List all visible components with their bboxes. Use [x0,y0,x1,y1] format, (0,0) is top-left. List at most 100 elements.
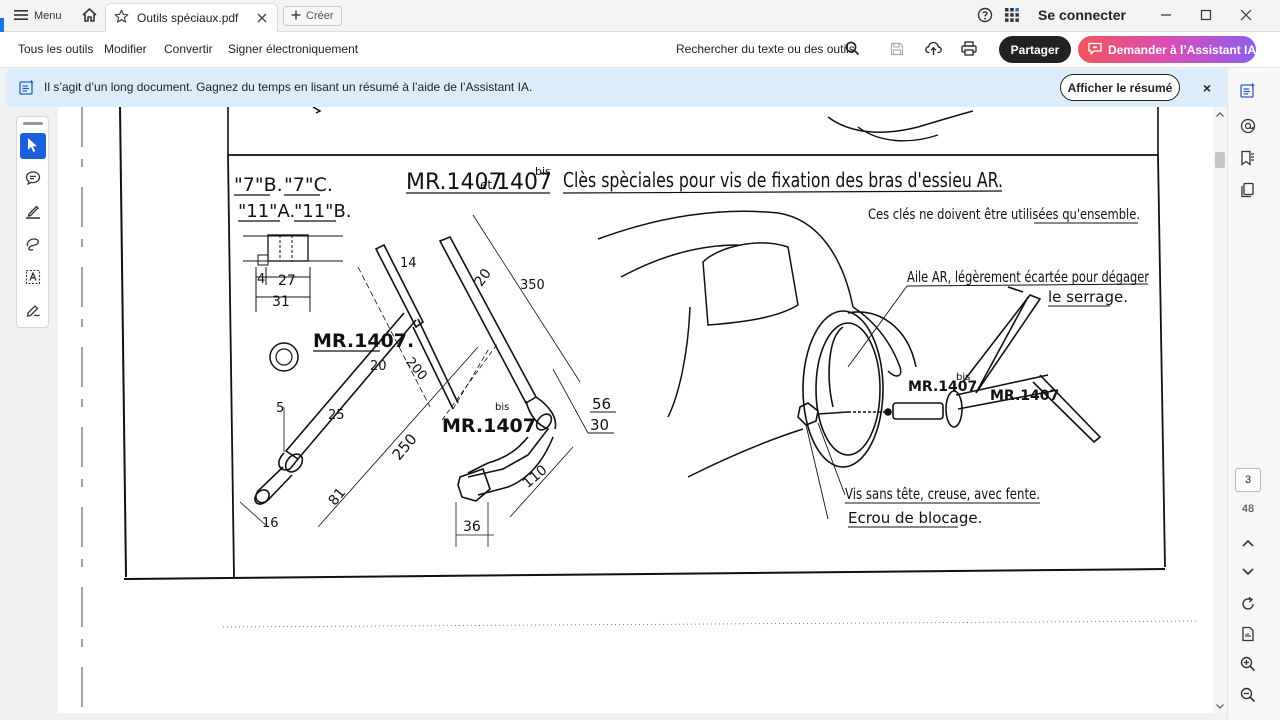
share-button[interactable]: Partager [999,36,1071,63]
cursor-arrow-icon [26,137,40,156]
label-bis: bis [495,402,509,413]
quick-tools-panel [16,116,49,328]
comment-icon [25,170,41,189]
draw-tool[interactable] [20,232,46,258]
comment-tool[interactable] [20,166,46,192]
save-button[interactable] [886,39,908,61]
show-summary-button[interactable]: Afficher le résumé [1060,74,1180,101]
save-icon [890,42,904,59]
rotate-button[interactable] [1237,594,1259,616]
plus-icon [291,10,301,23]
freehand-draw-icon [25,236,41,255]
comment-at-icon [1240,118,1256,137]
menu-button[interactable]: Menu [14,6,62,26]
dim-350: 350 [520,278,545,293]
sign-pen-icon [25,302,41,321]
document-viewport[interactable]: "7"B. "7"C. "11"A. "11"B. MR.1407 et 140… [58,107,1213,713]
previous-page-button[interactable] [1237,532,1259,554]
dim-25: 25 [328,408,345,423]
dim-250: 250 [389,430,421,464]
ai-chat-icon [1088,42,1102,58]
edit-link[interactable]: Modifier [104,42,147,56]
home-icon [81,7,98,26]
model-code-11b: "11"B. [294,201,352,222]
scrollbar-thumb[interactable] [1215,152,1225,168]
convert-link[interactable]: Convertir [164,42,213,56]
ai-assistant-button[interactable]: Demander à l’Assistant IA [1078,36,1256,63]
bookmarks-panel-button[interactable] [1237,148,1259,170]
model-code-7c: "7"C. [284,174,333,196]
dim-56: 56 [592,395,611,413]
dim-31: 31 [272,294,290,310]
create-label: Créer [306,10,334,22]
ai-summary-banner: Il s’agit d’un long document. Gagnez du … [6,69,1226,107]
model-code-11a: "11"A. [238,201,295,222]
print-icon [961,41,977,59]
home-button[interactable] [78,5,100,27]
apps-grid-icon [1004,7,1020,26]
sign-tool[interactable] [20,298,46,324]
close-window-button[interactable] [1235,5,1257,27]
select-tool[interactable] [20,133,46,159]
text-box-tool[interactable] [20,265,46,291]
next-page-button[interactable] [1237,561,1259,583]
comments-panel-button[interactable] [1237,116,1259,138]
document-tab[interactable]: Outils spéciaux.pdf [105,3,278,32]
search-tools-text[interactable]: Rechercher du texte ou des outils [676,42,855,56]
apps-button[interactable] [1001,5,1023,27]
dim-20b: 20 [472,266,495,290]
dim-30: 30 [590,416,609,434]
zoom-in-button[interactable] [1237,654,1259,676]
dim-14: 14 [400,256,417,271]
banner-message: Il s’agit d’un long document. Gagnez du … [44,80,533,94]
search-button[interactable] [841,39,863,61]
label-vis: Vis sans tête, creuse, avec fente. [845,485,1040,503]
title-et: et [480,178,492,192]
hamburger-icon [14,9,28,24]
fit-page-icon [1240,626,1256,645]
scroll-down-icon[interactable] [1215,701,1225,711]
current-page-input[interactable]: 3 [1235,468,1261,492]
dim-5: 5 [276,401,284,416]
label-ecrou: Ecrou de blocage. [848,509,982,527]
maximize-icon [1200,9,1212,24]
scroll-up-icon[interactable] [1215,109,1225,119]
esign-link[interactable]: Signer électroniquement [228,42,358,56]
fit-page-button[interactable] [1237,624,1259,646]
vertical-scrollbar[interactable] [1213,107,1227,713]
label-aile: Aile AR, légèrement écartée pour dégager [907,268,1150,286]
right-side-panel: 3 48 [1227,68,1280,720]
help-button[interactable] [974,5,996,27]
star-icon[interactable] [114,9,129,27]
print-button[interactable] [958,39,980,61]
pen-highlight-icon [25,203,41,222]
title-bar: Menu Outils spéciaux.pdf Créer Se connec… [0,0,1280,38]
technical-drawing-page: "7"B. "7"C. "11"A. "11"B. MR.1407 et 140… [81,107,1199,707]
signin-link[interactable]: Se connecter [1038,7,1126,23]
panel-grip[interactable] [23,122,43,125]
summary-icon [19,79,35,98]
all-tools-link[interactable]: Tous les outils [18,42,93,56]
bookmark-icon [1240,150,1256,169]
chevron-up-icon [1242,536,1254,550]
model-code-7b: "7"B. [234,174,283,196]
highlight-tool[interactable] [20,199,46,225]
upload-cloud-button[interactable] [922,39,944,61]
chevron-down-icon [1242,565,1254,579]
drawing-title: Clès spèciales pour vis de fixation des … [563,168,1003,192]
maximize-button[interactable] [1195,5,1217,27]
create-button[interactable]: Créer [283,6,342,26]
close-tab-icon[interactable] [255,11,269,25]
ai-summary-icon [1240,82,1256,101]
banner-close-icon[interactable]: × [1198,79,1216,97]
label-mr1407: MR.1407. [313,330,414,352]
zoom-out-button[interactable] [1237,685,1259,707]
close-icon [1240,9,1252,24]
ai-assistant-label: Demander à l’Assistant IA [1108,42,1257,57]
minimize-button[interactable] [1155,5,1177,27]
menu-label: Menu [34,10,62,22]
title-bis: bis [535,165,551,178]
pages-panel-button[interactable] [1237,180,1259,202]
ai-summary-panel-button[interactable] [1237,80,1259,102]
zoom-out-icon [1240,687,1256,706]
